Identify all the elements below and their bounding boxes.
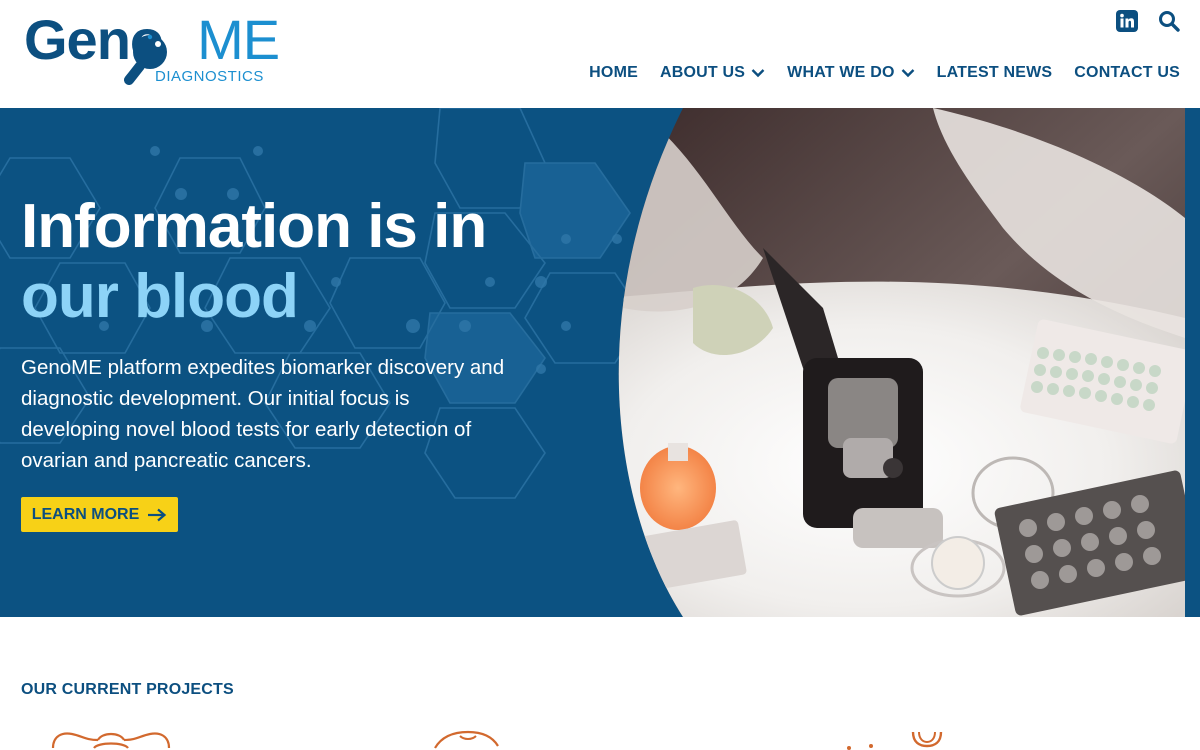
- hero-title-line1: Information is in: [21, 192, 487, 261]
- organ-icon[interactable]: [432, 728, 502, 750]
- nav-contact-us[interactable]: CONTACT US: [1074, 64, 1180, 82]
- nav-what-we-do[interactable]: WHAT WE DO: [787, 64, 914, 82]
- learn-more-button[interactable]: LEARN MORE: [21, 497, 178, 532]
- nav-about-us-label: ABOUT US: [659, 64, 746, 81]
- chevron-down-icon: [751, 69, 765, 78]
- nav-home[interactable]: HOME: [589, 64, 638, 82]
- linkedin-icon[interactable]: [1116, 10, 1138, 32]
- logo[interactable]: Geno ME DIAGNOSTICS: [24, 12, 280, 92]
- ovary-icon[interactable]: [50, 728, 172, 750]
- learn-more-label: LEARN MORE: [31, 505, 140, 523]
- nav-contact-us-label: CONTACT US: [1074, 64, 1180, 81]
- nav-latest-news[interactable]: LATEST NEWS: [937, 64, 1053, 82]
- hero-banner: Information is in our blood GenoME platf…: [0, 108, 1200, 617]
- lab-microscope-photo: [618, 108, 1185, 617]
- arrow-right-icon: [148, 508, 167, 521]
- hero-title-line2: our blood: [21, 262, 299, 331]
- hero-title: Information is in our blood: [21, 192, 487, 332]
- logo-tagline: DIAGNOSTICS: [155, 68, 264, 85]
- search-icon[interactable]: [1158, 10, 1180, 32]
- pancreas-icon[interactable]: [843, 730, 947, 750]
- hero-description: GenoME platform expedites biomarker disc…: [21, 356, 505, 472]
- header-social: [1116, 10, 1180, 32]
- site-header: Geno ME DIAGNOSTICS HOME ABOUT US WHAT W…: [0, 0, 1200, 108]
- nav-latest-news-label: LATEST NEWS: [936, 64, 1053, 81]
- chevron-down-icon: [901, 69, 914, 78]
- nav-what-we-do-label: WHAT WE DO: [787, 64, 895, 81]
- main-nav: HOME ABOUT US WHAT WE DO LATEST NEWS CON…: [589, 64, 1180, 82]
- nav-about-us[interactable]: ABOUT US: [660, 64, 765, 82]
- projects-section-label: OUR CURRENT PROJECTS: [21, 681, 234, 698]
- nav-home-label: HOME: [589, 64, 638, 81]
- hero-edge-strip: [1185, 108, 1200, 617]
